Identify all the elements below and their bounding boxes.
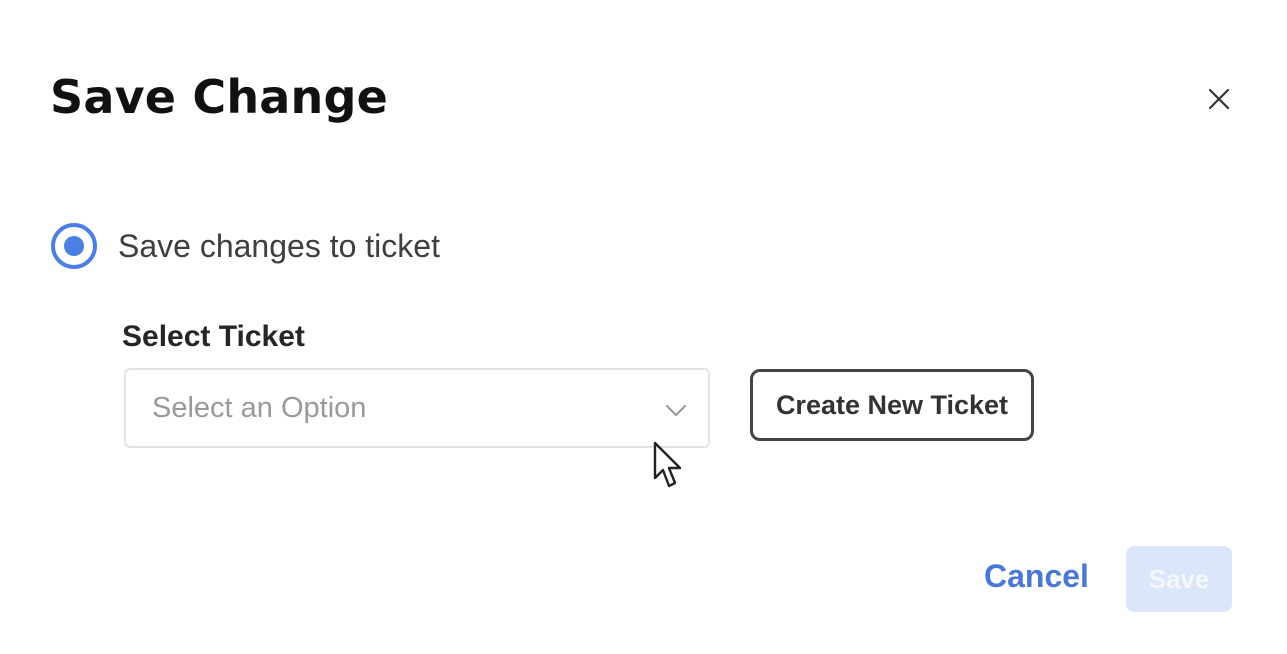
ticket-select-placeholder: Select an Option <box>152 391 367 424</box>
create-new-ticket-button[interactable]: Create New Ticket <box>750 369 1034 441</box>
cancel-button[interactable]: Cancel <box>984 556 1089 596</box>
ticket-select[interactable]: Select an Option <box>124 368 710 448</box>
save-button[interactable]: Save <box>1126 546 1232 612</box>
dialog-title: Save Change <box>50 70 388 124</box>
chevron-down-icon <box>666 405 686 416</box>
close-icon <box>1208 88 1230 110</box>
radio-selected-icon <box>51 223 97 269</box>
save-change-dialog: Save Change Save changes to ticket Selec… <box>8 8 1279 654</box>
save-to-ticket-label: Save changes to ticket <box>118 227 440 264</box>
close-button[interactable] <box>1204 84 1234 114</box>
save-to-ticket-radio[interactable] <box>50 222 98 270</box>
select-ticket-label: Select Ticket <box>122 320 305 353</box>
save-to-ticket-option[interactable]: Save changes to ticket <box>50 222 440 270</box>
